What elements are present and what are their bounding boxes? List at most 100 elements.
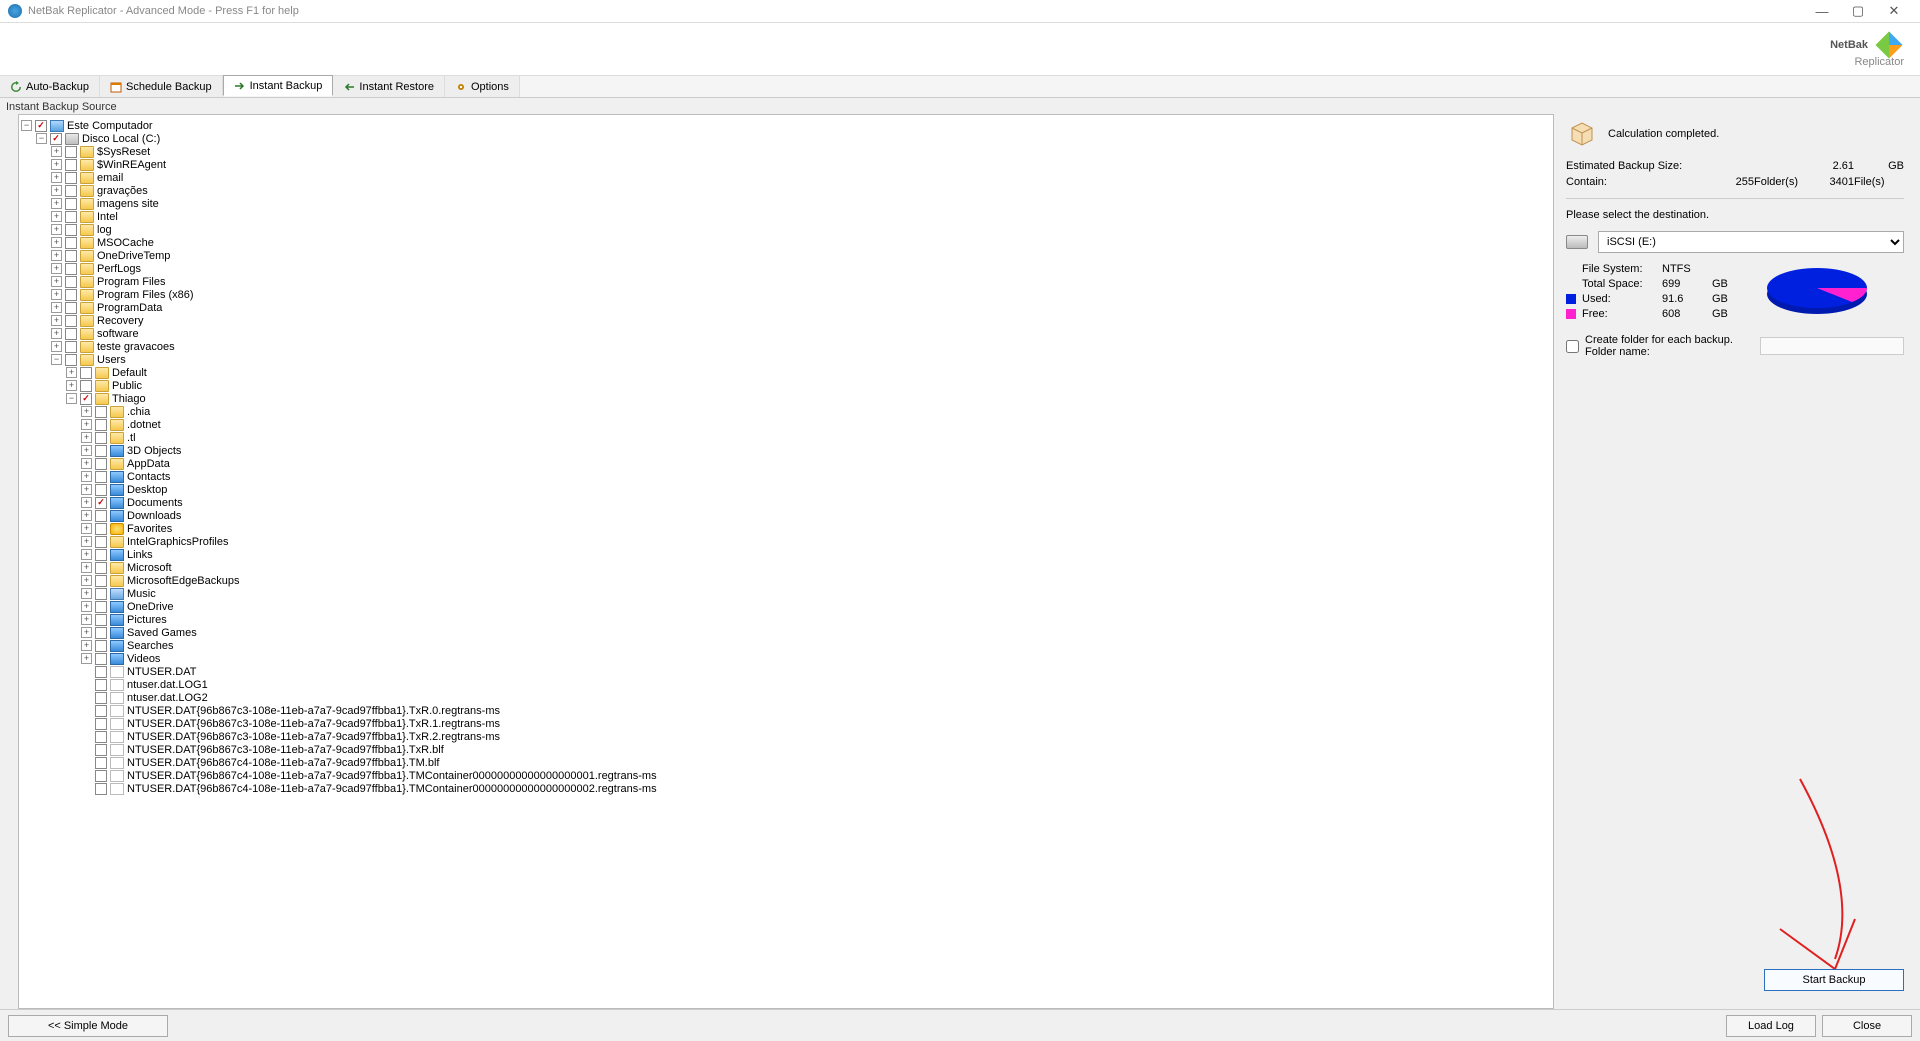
checkbox[interactable] [95, 718, 107, 730]
checkbox[interactable] [65, 146, 77, 158]
tree-node[interactable]: +gravações [21, 184, 1551, 197]
expander-icon[interactable]: + [51, 341, 62, 352]
expander-icon[interactable]: + [81, 575, 92, 586]
expander-icon[interactable]: + [51, 289, 62, 300]
tree-node[interactable]: ntuser.dat.LOG2 [21, 691, 1551, 704]
expander-icon[interactable]: + [66, 367, 77, 378]
tab-auto-backup[interactable]: Auto-Backup [0, 76, 100, 97]
checkbox[interactable] [65, 198, 77, 210]
tree-node[interactable]: +PerfLogs [21, 262, 1551, 275]
tree-node[interactable]: −Thiago [21, 392, 1551, 405]
checkbox[interactable] [95, 471, 107, 483]
tree-node[interactable]: +AppData [21, 457, 1551, 470]
expander-icon[interactable]: + [51, 185, 62, 196]
tree-node[interactable]: +Contacts [21, 470, 1551, 483]
tree-node[interactable]: +$SysReset [21, 145, 1551, 158]
expander-icon[interactable]: + [81, 458, 92, 469]
expander-icon[interactable]: + [81, 640, 92, 651]
tree-node[interactable]: −Users [21, 353, 1551, 366]
tab-instant-backup[interactable]: Instant Backup [223, 75, 334, 96]
checkbox[interactable] [65, 159, 77, 171]
checkbox[interactable] [95, 419, 107, 431]
checkbox[interactable] [95, 770, 107, 782]
checkbox[interactable] [65, 276, 77, 288]
checkbox[interactable] [65, 250, 77, 262]
checkbox[interactable] [95, 484, 107, 496]
checkbox[interactable] [95, 523, 107, 535]
tree-node[interactable]: +OneDrive [21, 600, 1551, 613]
checkbox[interactable] [95, 783, 107, 795]
checkbox[interactable] [65, 224, 77, 236]
checkbox[interactable] [95, 588, 107, 600]
expander-icon[interactable]: + [66, 380, 77, 391]
tree-node[interactable]: +ProgramData [21, 301, 1551, 314]
expander-icon[interactable]: + [81, 445, 92, 456]
tree-node[interactable]: NTUSER.DAT [21, 665, 1551, 678]
expander-icon[interactable]: + [81, 588, 92, 599]
tree-node[interactable]: −Este Computador [21, 119, 1551, 132]
tree-node[interactable]: NTUSER.DAT{96b867c3-108e-11eb-a7a7-9cad9… [21, 743, 1551, 756]
tree-node[interactable]: NTUSER.DAT{96b867c4-108e-11eb-a7a7-9cad9… [21, 769, 1551, 782]
checkbox[interactable] [95, 744, 107, 756]
tree-node[interactable]: +MSOCache [21, 236, 1551, 249]
expander-icon[interactable]: + [51, 159, 62, 170]
tree-node[interactable]: +Links [21, 548, 1551, 561]
checkbox[interactable] [95, 731, 107, 743]
tree-node[interactable]: ntuser.dat.LOG1 [21, 678, 1551, 691]
simple-mode-button[interactable]: << Simple Mode [8, 1015, 168, 1037]
expander-icon[interactable]: + [51, 211, 62, 222]
expander-icon[interactable]: + [81, 562, 92, 573]
checkbox[interactable] [95, 627, 107, 639]
expander-icon[interactable]: + [81, 419, 92, 430]
checkbox[interactable] [95, 445, 107, 457]
checkbox[interactable] [95, 536, 107, 548]
tree-node[interactable]: +IntelGraphicsProfiles [21, 535, 1551, 548]
checkbox[interactable] [95, 601, 107, 613]
expander-icon[interactable]: + [81, 484, 92, 495]
tree-node[interactable]: +teste gravacoes [21, 340, 1551, 353]
tab-schedule-backup[interactable]: Schedule Backup [100, 76, 223, 97]
tree-node[interactable]: NTUSER.DAT{96b867c3-108e-11eb-a7a7-9cad9… [21, 717, 1551, 730]
expander-icon[interactable]: + [51, 172, 62, 183]
expander-icon[interactable]: + [51, 146, 62, 157]
checkbox[interactable] [65, 354, 77, 366]
expander-icon[interactable]: + [81, 471, 92, 482]
expander-icon[interactable]: − [36, 133, 47, 144]
checkbox[interactable] [95, 458, 107, 470]
expander-icon[interactable]: + [81, 406, 92, 417]
tree-node[interactable]: +OneDriveTemp [21, 249, 1551, 262]
tree-node[interactable]: +Downloads [21, 509, 1551, 522]
tree-node[interactable]: +Documents [21, 496, 1551, 509]
tree-node[interactable]: +Pictures [21, 613, 1551, 626]
checkbox[interactable] [65, 328, 77, 340]
checkbox[interactable] [65, 263, 77, 275]
tab-options[interactable]: Options [445, 76, 520, 97]
checkbox[interactable] [65, 289, 77, 301]
checkbox[interactable] [95, 679, 107, 691]
expander-icon[interactable]: − [21, 120, 32, 131]
tree-node[interactable]: NTUSER.DAT{96b867c4-108e-11eb-a7a7-9cad9… [21, 782, 1551, 795]
checkbox[interactable] [50, 133, 62, 145]
tree-node[interactable]: +Microsoft [21, 561, 1551, 574]
tab-instant-restore[interactable]: Instant Restore [333, 76, 445, 97]
checkbox[interactable] [95, 653, 107, 665]
expander-icon[interactable]: + [51, 250, 62, 261]
expander-icon[interactable]: + [51, 263, 62, 274]
tree-node[interactable]: +Program Files (x86) [21, 288, 1551, 301]
tree-node[interactable]: +Favorites [21, 522, 1551, 535]
expander-icon[interactable]: + [51, 315, 62, 326]
expander-icon[interactable]: + [51, 224, 62, 235]
tree-node[interactable]: NTUSER.DAT{96b867c4-108e-11eb-a7a7-9cad9… [21, 756, 1551, 769]
checkbox[interactable] [95, 666, 107, 678]
tree-node[interactable]: NTUSER.DAT{96b867c3-108e-11eb-a7a7-9cad9… [21, 704, 1551, 717]
close-window-button[interactable]: ✕ [1876, 1, 1912, 21]
expander-icon[interactable]: + [51, 198, 62, 209]
expander-icon[interactable]: + [81, 549, 92, 560]
checkbox[interactable] [80, 380, 92, 392]
checkbox[interactable] [95, 432, 107, 444]
checkbox[interactable] [95, 406, 107, 418]
tree-node[interactable]: +$WinREAgent [21, 158, 1551, 171]
source-tree-panel[interactable]: −Este Computador−Disco Local (C:)+$SysRe… [18, 114, 1554, 1009]
tree-node[interactable]: +MicrosoftEdgeBackups [21, 574, 1551, 587]
tree-node[interactable]: +Recovery [21, 314, 1551, 327]
